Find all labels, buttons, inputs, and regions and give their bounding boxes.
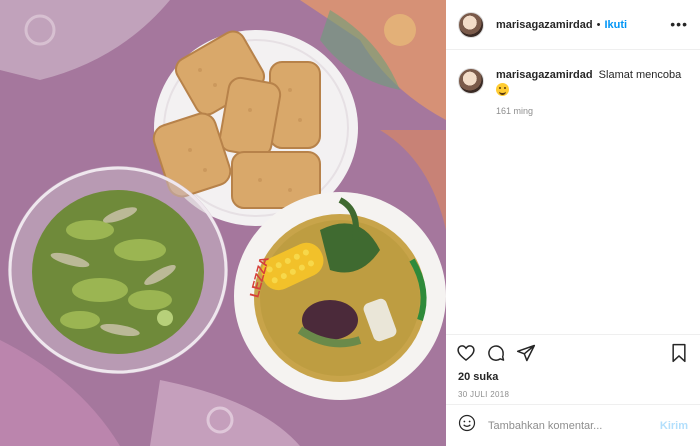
caption-time: 161 ming (496, 106, 534, 116)
caption-avatar[interactable] (458, 68, 484, 94)
add-comment-bar: Kirim (446, 404, 700, 446)
smiling-emoji-icon (496, 83, 509, 96)
caption-text: Slamat mencoba (598, 69, 682, 81)
share-icon[interactable] (516, 343, 536, 363)
like-count[interactable]: 20 suka (458, 371, 498, 383)
comment-icon[interactable] (486, 343, 506, 363)
username[interactable]: marisagazamirdad (496, 19, 593, 31)
post-header: marisagazamirdad • Ikuti ••• (446, 0, 700, 50)
caption-body: marisagazamirdad Slamat mencoba (496, 68, 681, 98)
post-photo[interactable]: LEZZA (0, 0, 446, 446)
post-comment-button[interactable]: Kirim (660, 420, 688, 432)
post-date: 30 JULI 2018 (458, 390, 510, 399)
smile-icon[interactable] (458, 414, 476, 437)
avatar[interactable] (458, 11, 484, 38)
food-photo-illustration: LEZZA (0, 0, 446, 446)
heart-icon[interactable] (456, 343, 476, 363)
follow-button[interactable]: Ikuti (604, 19, 627, 31)
post-sidebar: marisagazamirdad • Ikuti ••• marisagazam… (446, 0, 700, 446)
comment-input[interactable] (488, 419, 648, 432)
caption: marisagazamirdad Slamat mencoba 161 ming (458, 68, 690, 116)
separator-dot: • (596, 18, 601, 31)
more-options-button[interactable]: ••• (670, 16, 688, 32)
bookmark-icon[interactable] (670, 343, 688, 363)
caption-username[interactable]: marisagazamirdad (496, 69, 593, 81)
